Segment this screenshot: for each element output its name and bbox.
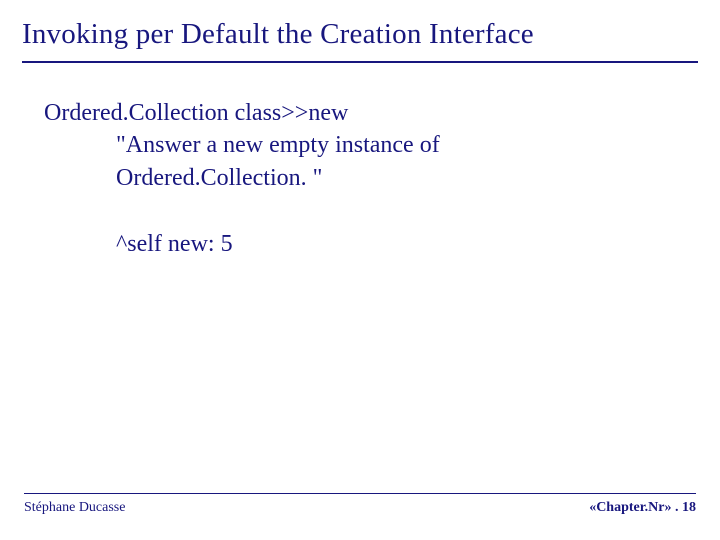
footer-rule xyxy=(24,493,696,494)
title-rule xyxy=(22,61,698,63)
footer: Stéphane Ducasse «Chapter.Nr» . 18 xyxy=(24,493,696,516)
slide-title: Invoking per Default the Creation Interf… xyxy=(22,18,698,51)
code-line-1: Ordered.Collection class>>new xyxy=(44,97,698,129)
footer-author: Stéphane Ducasse xyxy=(24,500,125,516)
code-line-2: "Answer a new empty instance of xyxy=(44,129,698,161)
slide: Invoking per Default the Creation Interf… xyxy=(0,0,720,540)
code-line-3: Ordered.Collection. " xyxy=(44,162,698,194)
footer-row: Stéphane Ducasse «Chapter.Nr» . 18 xyxy=(24,500,696,516)
code-line-4: ^self new: 5 xyxy=(44,228,698,260)
footer-pageref: «Chapter.Nr» . 18 xyxy=(589,500,696,516)
blank-line xyxy=(44,194,698,228)
slide-body: Ordered.Collection class>>new "Answer a … xyxy=(22,97,698,261)
